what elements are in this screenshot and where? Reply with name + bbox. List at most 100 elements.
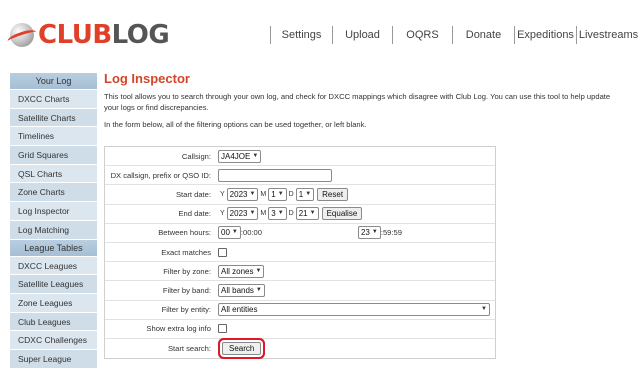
hours-label: Between hours:: [158, 228, 211, 238]
sidebar-item-club-leagues[interactable]: Club Leagues: [10, 312, 97, 332]
reset-button[interactable]: Reset: [317, 187, 349, 201]
form-row-start-date: Start date: Y 2023 ▼ M 1 ▼ D 1 ▼ Reset: [105, 185, 495, 205]
zone-value: All zones: [221, 266, 254, 276]
time-to-suffix: :59:59: [380, 228, 402, 238]
chevron-down-icon: ▼: [249, 190, 256, 197]
start-search-label: Start search:: [167, 343, 211, 353]
end-year-value: 2023: [229, 209, 248, 219]
equalise-button[interactable]: Equalise: [321, 207, 363, 221]
nav-donate[interactable]: Donate: [452, 26, 514, 44]
year-label: Y: [220, 190, 225, 198]
start-year-value: 2023: [229, 189, 248, 199]
logo-log: LOG: [111, 20, 170, 50]
sidebar-item-qsl-charts[interactable]: QSL Charts: [10, 164, 97, 184]
nav-settings[interactable]: Settings: [270, 26, 332, 44]
sidebar-item-cdxc-challenges[interactable]: CDXC Challenges: [10, 331, 97, 350]
form-row-dx: DX callsign, prefix or QSO ID:: [105, 166, 495, 186]
exact-matches-label: Exact matches: [161, 247, 211, 257]
sidebar-item-zone-leagues[interactable]: Zone Leagues: [10, 293, 97, 313]
band-label: Filter by band:: [162, 285, 211, 295]
sidebar: Your Log DXCC Charts Satellite Charts Ti…: [10, 73, 97, 369]
page-title: Log Inspector: [104, 71, 190, 86]
nav-livestreams[interactable]: Livestreams: [576, 26, 640, 44]
chevron-down-icon: ▼: [481, 306, 487, 313]
search-form: Callsign: JA4JOE ▼ DX callsign, prefix or…: [104, 146, 496, 360]
form-row-band: Filter by band: All bands ▼: [105, 281, 495, 301]
start-month-value: 1: [271, 189, 276, 199]
main-content: Log Inspector This tool allows you to se…: [104, 70, 624, 360]
day-label: D: [288, 210, 294, 218]
end-month-value: 3: [271, 209, 276, 219]
form-row-exact: Exact matches: [105, 243, 495, 263]
start-month-select[interactable]: 1 ▼: [268, 187, 287, 201]
end-day-select[interactable]: 21 ▼: [295, 207, 319, 221]
sidebar-item-dxcc-charts[interactable]: DXCC Charts: [10, 90, 97, 109]
sidebar-item-satellite-charts[interactable]: Satellite Charts: [10, 108, 97, 128]
chevron-down-icon: ▼: [277, 210, 284, 217]
callsign-label: Callsign:: [181, 151, 211, 161]
chevron-down-icon: ▼: [249, 210, 256, 217]
sidebar-header-league-tables: League Tables: [10, 239, 97, 257]
end-year-select[interactable]: 2023 ▼: [226, 207, 259, 221]
chevron-down-icon: ▼: [277, 190, 284, 197]
nav-oqrs[interactable]: OQRS: [392, 26, 452, 44]
clublog-logo[interactable]: CLUBLOG: [10, 18, 170, 52]
entity-value: All entities: [221, 305, 258, 315]
logo-club: CLUB: [38, 20, 112, 50]
end-day-value: 21: [298, 209, 308, 219]
globe-logo-icon: [10, 23, 34, 47]
dx-callsign-input[interactable]: [218, 168, 332, 182]
extra-info-checkbox[interactable]: [218, 324, 227, 334]
callsign-select[interactable]: JA4JOE ▼: [218, 149, 262, 163]
year-label: Y: [220, 210, 225, 218]
top-navigation: Settings Upload OQRS Donate Expeditions …: [270, 26, 640, 44]
sidebar-item-log-inspector[interactable]: Log Inspector: [10, 202, 97, 221]
start-day-select[interactable]: 1 ▼: [295, 187, 315, 201]
form-row-callsign: Callsign: JA4JOE ▼: [105, 147, 495, 167]
start-day-value: 1: [298, 189, 304, 199]
day-label: D: [288, 190, 294, 198]
dx-label: DX callsign, prefix or QSO ID:: [110, 170, 211, 180]
chevron-down-icon: ▼: [231, 229, 238, 236]
exact-matches-checkbox[interactable]: [218, 247, 227, 257]
sidebar-item-grid-squares[interactable]: Grid Squares: [10, 146, 97, 165]
sidebar-item-log-matching[interactable]: Log Matching: [10, 220, 97, 240]
hour-from-select[interactable]: 00 ▼: [218, 226, 241, 240]
end-month-select[interactable]: 3 ▼: [268, 207, 287, 221]
band-select[interactable]: All bands ▼: [218, 283, 265, 297]
band-value: All bands: [221, 285, 254, 295]
end-date-label: End date:: [178, 209, 211, 219]
hour-to-value: 23: [360, 228, 370, 238]
form-row-hours: Between hours: 00 ▼ :00:00 23 ▼ :59:59: [105, 224, 495, 243]
form-row-zone: Filter by zone: All zones ▼: [105, 262, 495, 282]
chevron-down-icon: ▼: [255, 267, 262, 274]
sidebar-header-your-log: Your Log: [10, 73, 97, 90]
form-row-extra: Show extra log info: [105, 320, 495, 339]
nav-upload[interactable]: Upload: [332, 26, 392, 44]
form-row-end-date: End date: Y 2023 ▼ M 3 ▼ D 21 ▼ Equalise: [105, 205, 495, 224]
logo-text: CLUBLOG: [38, 20, 170, 50]
chevron-down-icon: ▼: [309, 210, 316, 217]
nav-expeditions[interactable]: Expeditions: [514, 26, 576, 44]
start-date-label: Start date:: [175, 189, 211, 199]
sidebar-item-dxcc-leagues[interactable]: DXCC Leagues: [10, 256, 97, 276]
time-from-suffix: :00:00: [240, 228, 262, 238]
hour-from-value: 00: [221, 228, 230, 238]
chevron-down-icon: ▼: [255, 286, 262, 293]
month-label: M: [260, 190, 267, 198]
sidebar-item-timelines[interactable]: Timelines: [10, 127, 97, 147]
chevron-down-icon: ▼: [305, 190, 312, 197]
intro-text: This tool allows you to search through y…: [104, 92, 611, 112]
chevron-down-icon: ▼: [371, 229, 378, 236]
chevron-down-icon: ▼: [252, 152, 259, 159]
entity-select[interactable]: All entities ▼: [218, 303, 490, 317]
start-year-select[interactable]: 2023 ▼: [226, 187, 259, 201]
form-row-search: Start search: Search: [105, 339, 495, 358]
search-button[interactable]: Search: [222, 341, 262, 355]
sidebar-item-zone-charts[interactable]: Zone Charts: [10, 183, 97, 203]
hour-to-select[interactable]: 23 ▼: [357, 226, 381, 240]
zone-select[interactable]: All zones ▼: [218, 264, 265, 278]
sidebar-item-satellite-leagues[interactable]: Satellite Leagues: [10, 275, 97, 294]
header: CLUBLOG Settings Upload OQRS Donate Expe…: [0, 0, 640, 68]
sidebar-item-super-league[interactable]: Super League: [10, 349, 97, 369]
